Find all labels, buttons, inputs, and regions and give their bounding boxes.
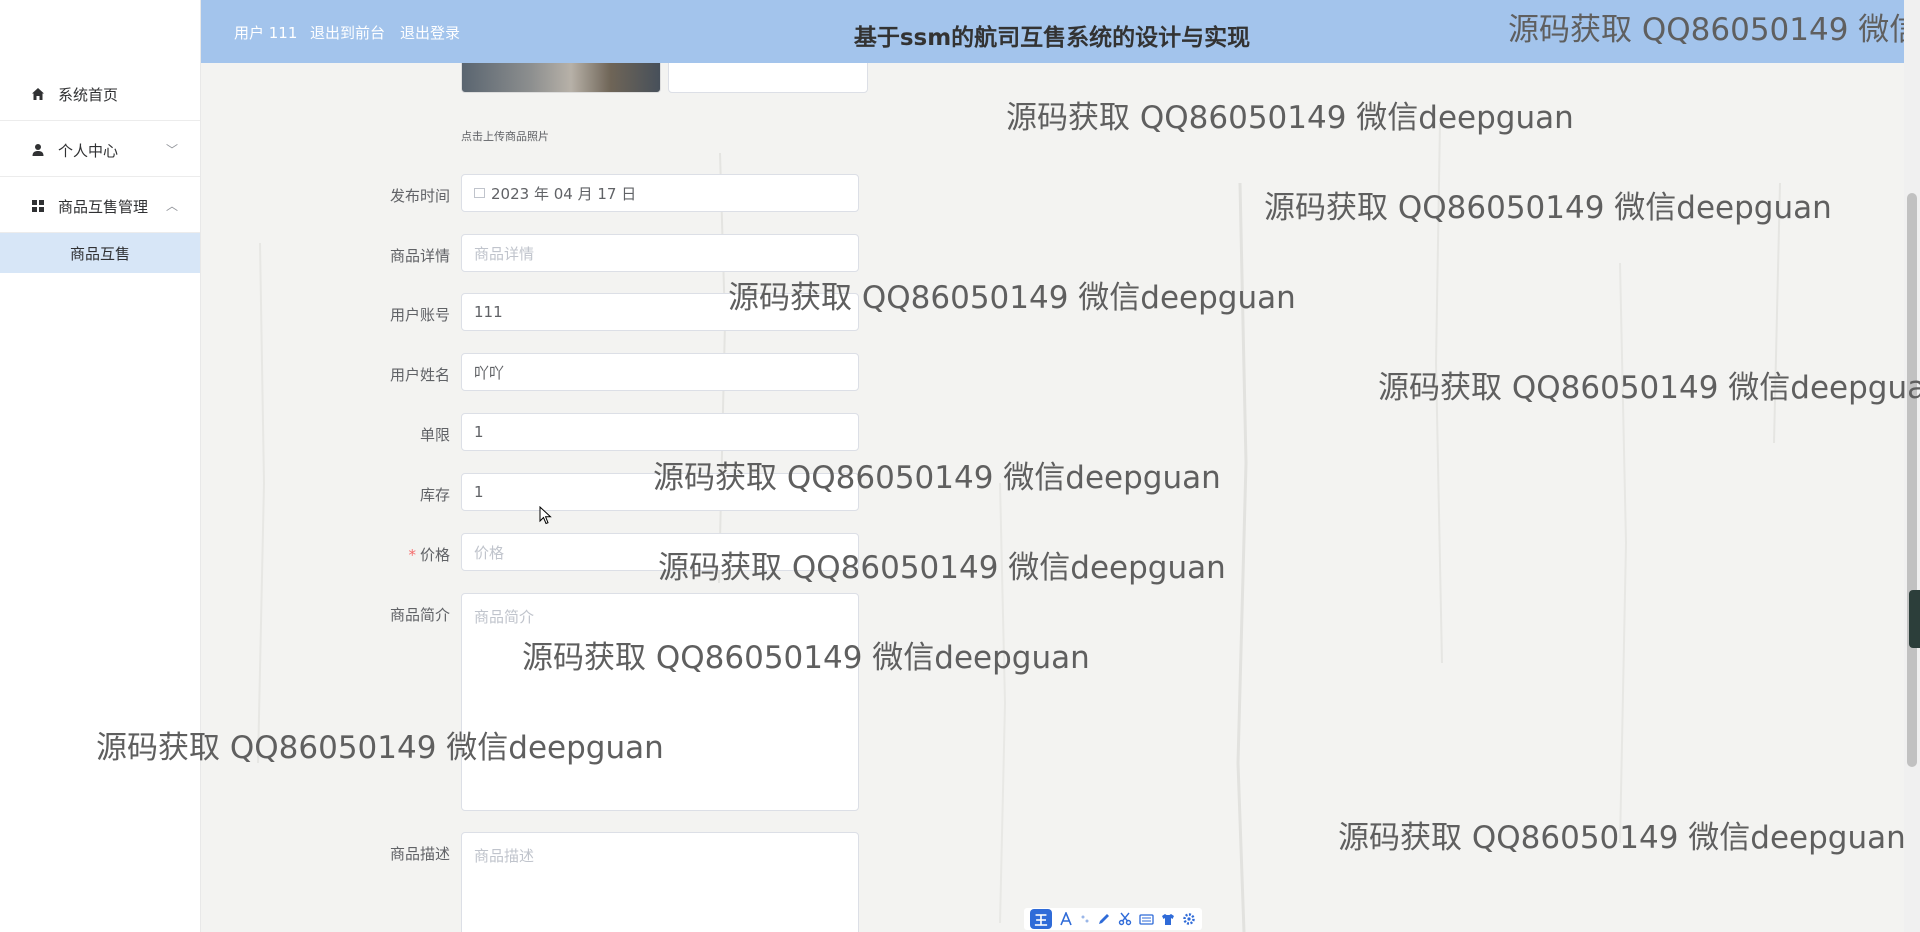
home-icon: [30, 86, 46, 102]
font-icon[interactable]: [1059, 912, 1073, 926]
name-input[interactable]: 吖吖: [461, 353, 859, 391]
name-label: 用户姓名: [389, 366, 450, 384]
account-label: 用户账号: [389, 306, 450, 324]
watermark: 源码获取 QQ86050149 微信deepguan: [522, 640, 1090, 676]
sidebar: 系统首页 个人中心 ﹀ 商品互售管理 ︿ 商品互售: [0, 0, 201, 932]
ime-logo-badge[interactable]: 王: [1030, 909, 1052, 929]
intro-textarea[interactable]: 商品简介: [461, 593, 859, 811]
dot-icon[interactable]: [1080, 912, 1090, 926]
watermark: 源码获取 QQ86050149 微信deepguan: [1338, 820, 1906, 856]
limit-label: 单限: [419, 426, 450, 444]
publish-time-value: 2023 年 04 月 17 日: [491, 184, 637, 203]
intro-label: 商品简介: [389, 606, 450, 624]
sidebar-subitem-label: 商品互售: [69, 244, 130, 263]
detail-label: 商品详情: [389, 247, 450, 265]
watermark: 源码获取 QQ86050149 微信deepguan: [1006, 100, 1574, 136]
scrollbar-thumb[interactable]: [1907, 193, 1917, 767]
pen-icon[interactable]: [1097, 912, 1111, 926]
watermark: 源码获取 QQ86050149 微信deepguan: [96, 730, 664, 766]
product-image-preview[interactable]: [461, 63, 661, 93]
sidebar-item-goods-management[interactable]: 商品互售管理 ︿: [0, 180, 200, 233]
description-textarea[interactable]: 商品描述: [461, 832, 859, 932]
watermark: 源码获取 QQ86050149 微信d: [1508, 12, 1904, 48]
side-widget-tab[interactable]: [1909, 590, 1920, 648]
required-mark: *: [408, 546, 416, 564]
chevron-down-icon: ﹀: [165, 143, 178, 157]
watermark: 源码获取 QQ86050149 微信deepguan: [658, 550, 1226, 586]
stock-label: 库存: [419, 486, 450, 504]
shirt-icon[interactable]: [1161, 912, 1175, 926]
chevron-up-icon: ︿: [165, 199, 178, 213]
ime-toolbar: 王: [1024, 908, 1202, 930]
sidebar-item-label: 系统首页: [58, 85, 119, 104]
watermark: 源码获取 QQ86050149 微信deepguan: [1264, 190, 1832, 226]
scissors-icon[interactable]: [1118, 912, 1132, 926]
price-label: * 价格: [300, 544, 450, 565]
publish-time-label: 发布时间: [389, 187, 450, 205]
price-label-text: 价格: [419, 546, 450, 564]
product-image-upload-box[interactable]: [668, 63, 868, 93]
upload-hint: 点击上传商品照片: [461, 130, 549, 143]
publish-time-input[interactable]: 2023 年 04 月 17 日: [461, 174, 859, 212]
sidebar-subitem-goods-sale[interactable]: 商品互售: [0, 233, 200, 273]
sidebar-item-label: 个人中心: [58, 141, 119, 160]
detail-input[interactable]: 商品详情: [461, 234, 859, 272]
calendar-icon: [474, 188, 485, 198]
sidebar-item-home[interactable]: 系统首页: [0, 68, 200, 121]
watermark: 源码获取 QQ86050149 微信deepguan: [653, 460, 1221, 496]
description-label: 商品描述: [389, 845, 450, 863]
grid-icon: [30, 198, 46, 214]
sidebar-item-label: 商品互售管理: [58, 197, 149, 216]
settings-icon[interactable]: [1182, 912, 1196, 926]
user-icon: [30, 142, 46, 158]
keyboard-icon[interactable]: [1139, 912, 1154, 926]
limit-input[interactable]: 1: [461, 413, 859, 451]
mouse-cursor-icon: [539, 506, 552, 525]
watermark: 源码获取 QQ86050149 微信deepguan: [1378, 370, 1920, 406]
watermark: 源码获取 QQ86050149 微信deepguan: [728, 280, 1296, 316]
sidebar-item-personal-center[interactable]: 个人中心 ﹀: [0, 124, 200, 177]
